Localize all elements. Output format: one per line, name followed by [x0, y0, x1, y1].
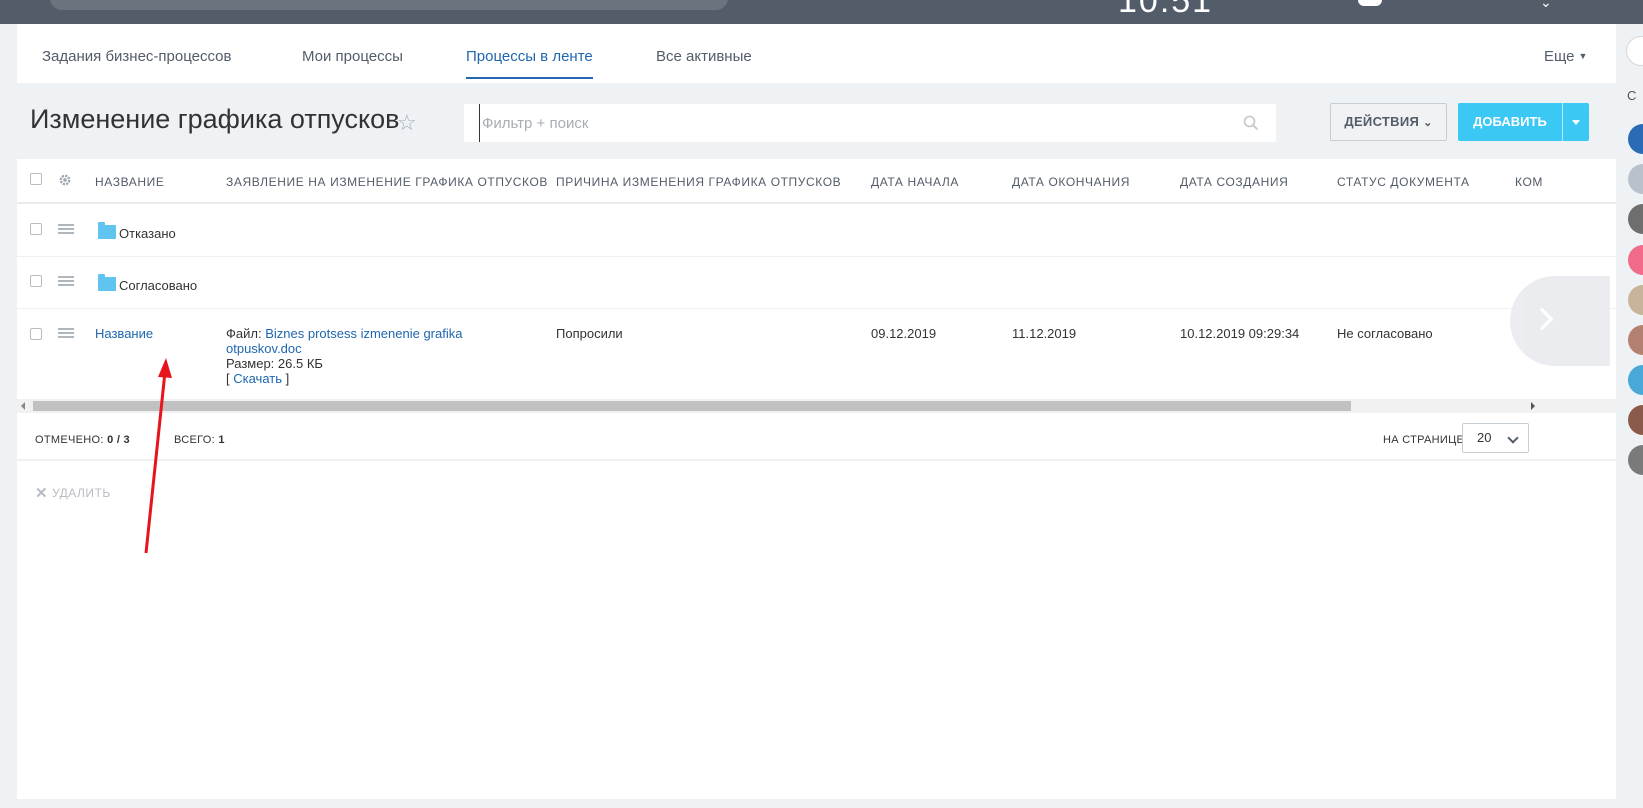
file-link-continued[interactable]: otpuskov.doc — [226, 341, 462, 356]
reason-cell: Попросили — [556, 326, 623, 341]
folder-name[interactable]: Согласовано — [119, 278, 197, 293]
per-page-select[interactable]: 20 — [1462, 423, 1529, 453]
tabs-more-button[interactable]: Еще ▼ — [1544, 48, 1587, 65]
row-menu-icon[interactable] — [58, 276, 74, 286]
delete-button[interactable]: ✕ УДАЛИТЬ — [35, 484, 111, 502]
column-header-name[interactable]: НАЗВАНИЕ — [95, 175, 165, 189]
per-page-label: НА СТРАНИЦЕ: — [1383, 434, 1468, 446]
close-icon: ✕ — [35, 485, 49, 502]
date-created-cell: 10.12.2019 09:29:34 — [1180, 326, 1300, 341]
scroll-thumb[interactable] — [33, 401, 1351, 411]
chevron-down-icon[interactable]: ⌄ — [1540, 0, 1552, 11]
sidebar-letter: С — [1627, 88, 1637, 103]
selected-count: ОТМЕЧЕНО: 0 / 3 — [35, 434, 130, 446]
top-header: 10:51 ⌄ — [0, 0, 1643, 24]
right-sidebar: С — [1616, 24, 1643, 808]
status-cell: Не согласовано — [1337, 326, 1433, 341]
chevron-down-icon: ⌄ — [1423, 117, 1433, 129]
actions-button[interactable]: ДЕЙСТВИЯ ⌄ — [1330, 103, 1447, 141]
tab-feed-processes[interactable]: Процессы в ленте — [466, 48, 593, 79]
column-header-comment[interactable]: КОМ — [1515, 175, 1543, 189]
avatar[interactable] — [1628, 124, 1643, 154]
column-header-status[interactable]: СТАТУС ДОКУМЕНТА — [1337, 175, 1470, 189]
download-link[interactable]: Скачать — [233, 371, 282, 386]
sidebar-toggle-button[interactable] — [1626, 36, 1643, 66]
column-header-date-start[interactable]: ДАТА НАЧАЛА — [871, 175, 959, 189]
record-name-link[interactable]: Название — [95, 326, 153, 341]
tab-bp-tasks[interactable]: Задания бизнес-процессов — [42, 48, 231, 65]
notification-icon[interactable] — [1358, 0, 1382, 6]
table-row-folder[interactable]: Согласовано — [17, 257, 1616, 309]
column-header-reason[interactable]: ПРИЧИНА ИЗМЕНЕНИЯ ГРАФИКА ОТПУСКОВ — [556, 175, 841, 189]
scroll-right-arrow-icon[interactable] — [1531, 402, 1535, 410]
folder-icon — [98, 274, 116, 291]
scroll-left-arrow-icon[interactable] — [21, 402, 25, 410]
column-header-date-created[interactable]: ДАТА СОЗДАНИЯ — [1180, 175, 1288, 189]
page-title: Изменение графика отпусков — [30, 104, 400, 134]
horizontal-scrollbar[interactable] — [17, 399, 1616, 413]
search-icon[interactable] — [1242, 114, 1260, 132]
add-button[interactable]: ДОБАВИТЬ — [1458, 103, 1562, 141]
filter-search-input[interactable] — [479, 104, 1239, 142]
avatar[interactable] — [1628, 245, 1643, 275]
table-row[interactable]: Название Файл: Biznes protsess izmenenie… — [17, 309, 1616, 399]
select-all-checkbox[interactable] — [30, 173, 42, 185]
column-header-date-end[interactable]: ДАТА ОКОНЧАНИЯ — [1012, 175, 1130, 189]
clock: 10:51 — [1118, 0, 1214, 20]
avatar[interactable] — [1628, 445, 1643, 475]
application-file-cell: Файл: Biznes protsess izmenenie grafika … — [226, 326, 462, 386]
grid-header: НАЗВАНИЕ ЗАЯВЛЕНИЕ НА ИЗМЕНЕНИЕ ГРАФИКА … — [17, 159, 1616, 204]
avatar[interactable] — [1628, 325, 1643, 355]
folder-icon — [98, 222, 116, 239]
row-checkbox[interactable] — [30, 275, 42, 287]
column-header-application[interactable]: ЗАЯВЛЕНИЕ НА ИЗМЕНЕНИЕ ГРАФИКА ОТПУСКОВ — [226, 175, 548, 189]
process-grid: НАЗВАНИЕ ЗАЯВЛЕНИЕ НА ИЗМЕНЕНИЕ ГРАФИКА … — [17, 159, 1616, 799]
caret-down-icon: ▼ — [1578, 51, 1588, 61]
add-menu-button[interactable] — [1562, 103, 1589, 141]
date-start-cell: 09.12.2019 — [871, 326, 937, 341]
folder-name[interactable]: Отказано — [119, 226, 176, 241]
avatar[interactable] — [1628, 365, 1643, 395]
grid-footer: ОТМЕЧЕНО: 0 / 3 ВСЕГО: 1 НА СТРАНИЦЕ: 20 — [17, 413, 1616, 461]
tab-all-active[interactable]: Все активные — [656, 48, 752, 65]
file-line: Файл: Biznes protsess izmenenie grafika — [226, 326, 463, 341]
avatar[interactable] — [1628, 204, 1643, 234]
avatar[interactable] — [1628, 405, 1643, 435]
row-checkbox[interactable] — [30, 223, 42, 235]
main-panel: Задания бизнес-процессов Мои процессы Пр… — [17, 24, 1616, 799]
caret-down-icon — [1572, 120, 1580, 125]
global-search-input[interactable] — [50, 0, 728, 10]
row-menu-icon[interactable] — [58, 328, 74, 338]
star-icon[interactable]: ☆ — [397, 110, 417, 136]
slider-next-button[interactable] — [1510, 276, 1610, 366]
date-end-cell: 11.12.2019 — [1012, 326, 1077, 341]
filter-box — [464, 104, 1276, 142]
file-size: Размер: 26.5 КБ — [226, 356, 323, 371]
avatar[interactable] — [1628, 285, 1643, 315]
process-tabs: Задания бизнес-процессов Мои процессы Пр… — [17, 24, 1616, 83]
chevron-right-icon — [1530, 307, 1554, 331]
gear-icon[interactable] — [58, 173, 72, 187]
chevron-down-icon — [1507, 432, 1519, 444]
table-row-folder[interactable]: Отказано — [17, 204, 1616, 257]
total-count: ВСЕГО: 1 — [174, 434, 225, 446]
row-menu-icon[interactable] — [58, 224, 74, 234]
download-line: [ Скачать ] — [226, 371, 290, 386]
avatar[interactable] — [1628, 164, 1643, 194]
file-link[interactable]: Biznes protsess izmenenie grafika — [265, 326, 462, 341]
tab-my-processes[interactable]: Мои процессы — [302, 48, 403, 65]
row-checkbox[interactable] — [30, 328, 42, 340]
